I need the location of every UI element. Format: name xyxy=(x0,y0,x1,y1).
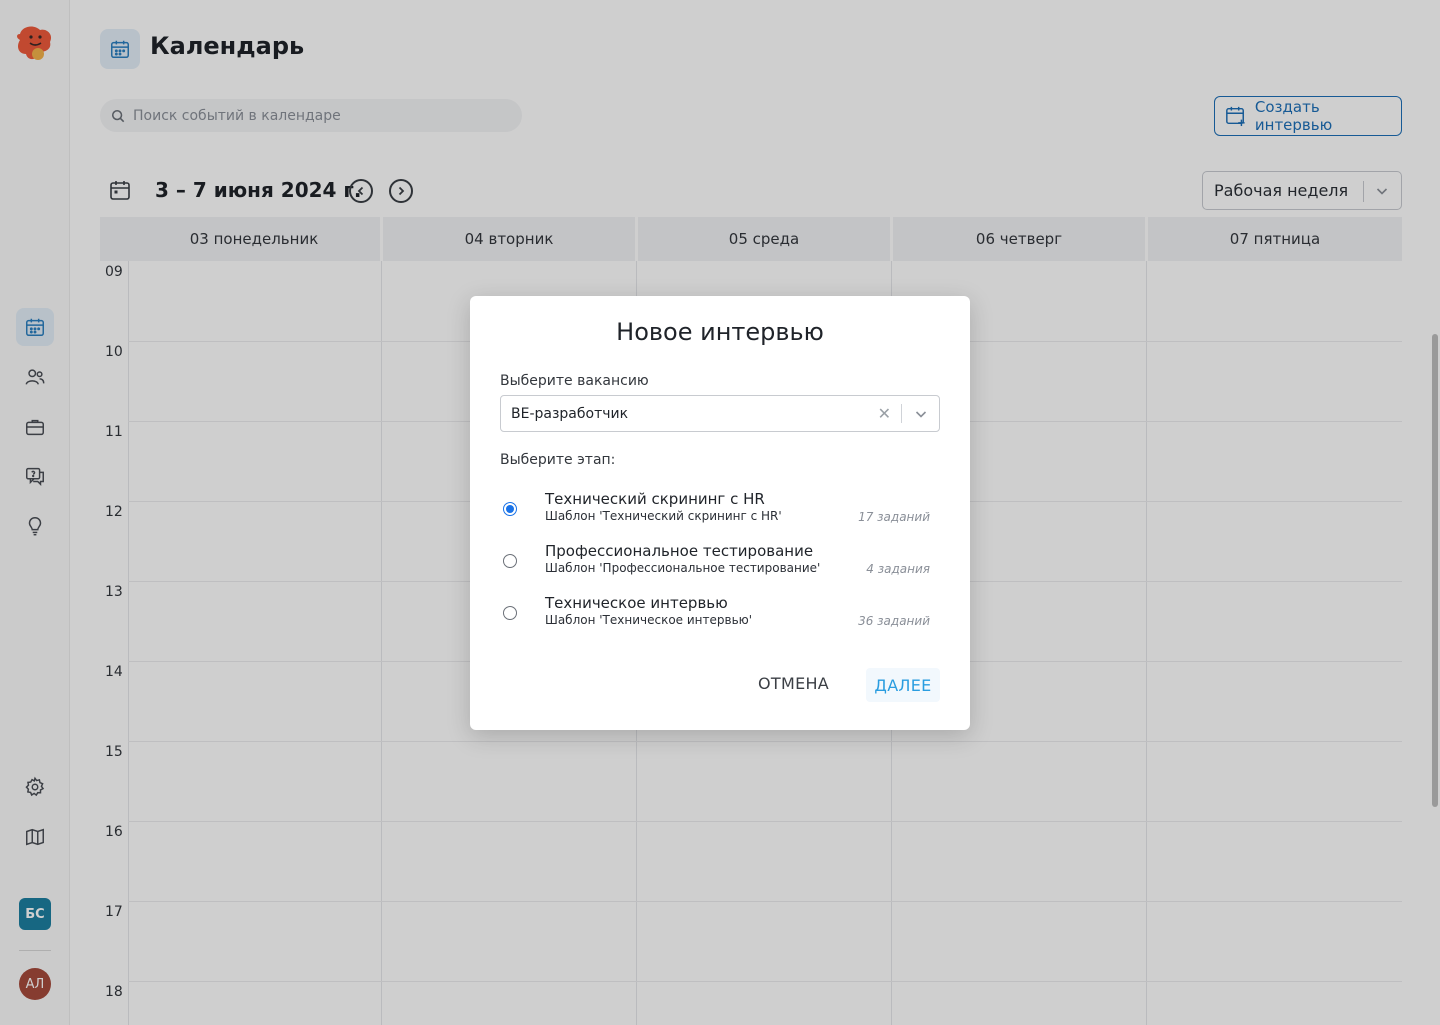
stage-template: Шаблон 'Техническое интервью' xyxy=(545,613,753,627)
stage-task-count: 4 задания xyxy=(866,562,930,576)
stage-template: Шаблон 'Профессиональное тестирование' xyxy=(545,561,821,575)
stage-name: Профессиональное тестирование xyxy=(545,542,814,560)
stage-option[interactable]: Технический скрининг с HR Шаблон 'Технич… xyxy=(500,490,940,540)
new-interview-dialog: Новое интервью Выберите вакансию BE-разр… xyxy=(470,296,970,730)
vacancy-select[interactable]: BE-разработчик ✕ xyxy=(500,395,940,432)
chevron-down-icon[interactable] xyxy=(914,407,928,421)
vacancy-select-value: BE-разработчик xyxy=(511,405,629,422)
stage-template: Шаблон 'Технический скрининг с HR' xyxy=(545,509,782,523)
stage-option[interactable]: Техническое интервью Шаблон 'Техническое… xyxy=(500,594,940,644)
vacancy-label: Выберите вакансию xyxy=(500,373,649,389)
stage-option[interactable]: Профессиональное тестирование Шаблон 'Пр… xyxy=(500,542,940,592)
stage-name: Техническое интервью xyxy=(545,594,728,612)
stage-radio[interactable] xyxy=(503,606,517,620)
stage-task-count: 36 заданий xyxy=(858,614,930,628)
stage-label: Выберите этап: xyxy=(500,452,616,468)
stage-radio[interactable] xyxy=(503,554,517,568)
next-button[interactable]: ДАЛЕЕ xyxy=(866,668,940,702)
stage-task-count: 17 заданий xyxy=(858,510,930,524)
dialog-title: Новое интервью xyxy=(616,318,824,346)
clear-icon[interactable]: ✕ xyxy=(878,404,891,423)
stage-name: Технический скрининг с HR xyxy=(545,490,765,508)
select-divider xyxy=(901,404,902,423)
stage-radio[interactable] xyxy=(503,502,517,516)
cancel-button[interactable]: ОТМЕНА xyxy=(758,674,829,693)
page-scrollbar[interactable] xyxy=(1432,334,1438,807)
